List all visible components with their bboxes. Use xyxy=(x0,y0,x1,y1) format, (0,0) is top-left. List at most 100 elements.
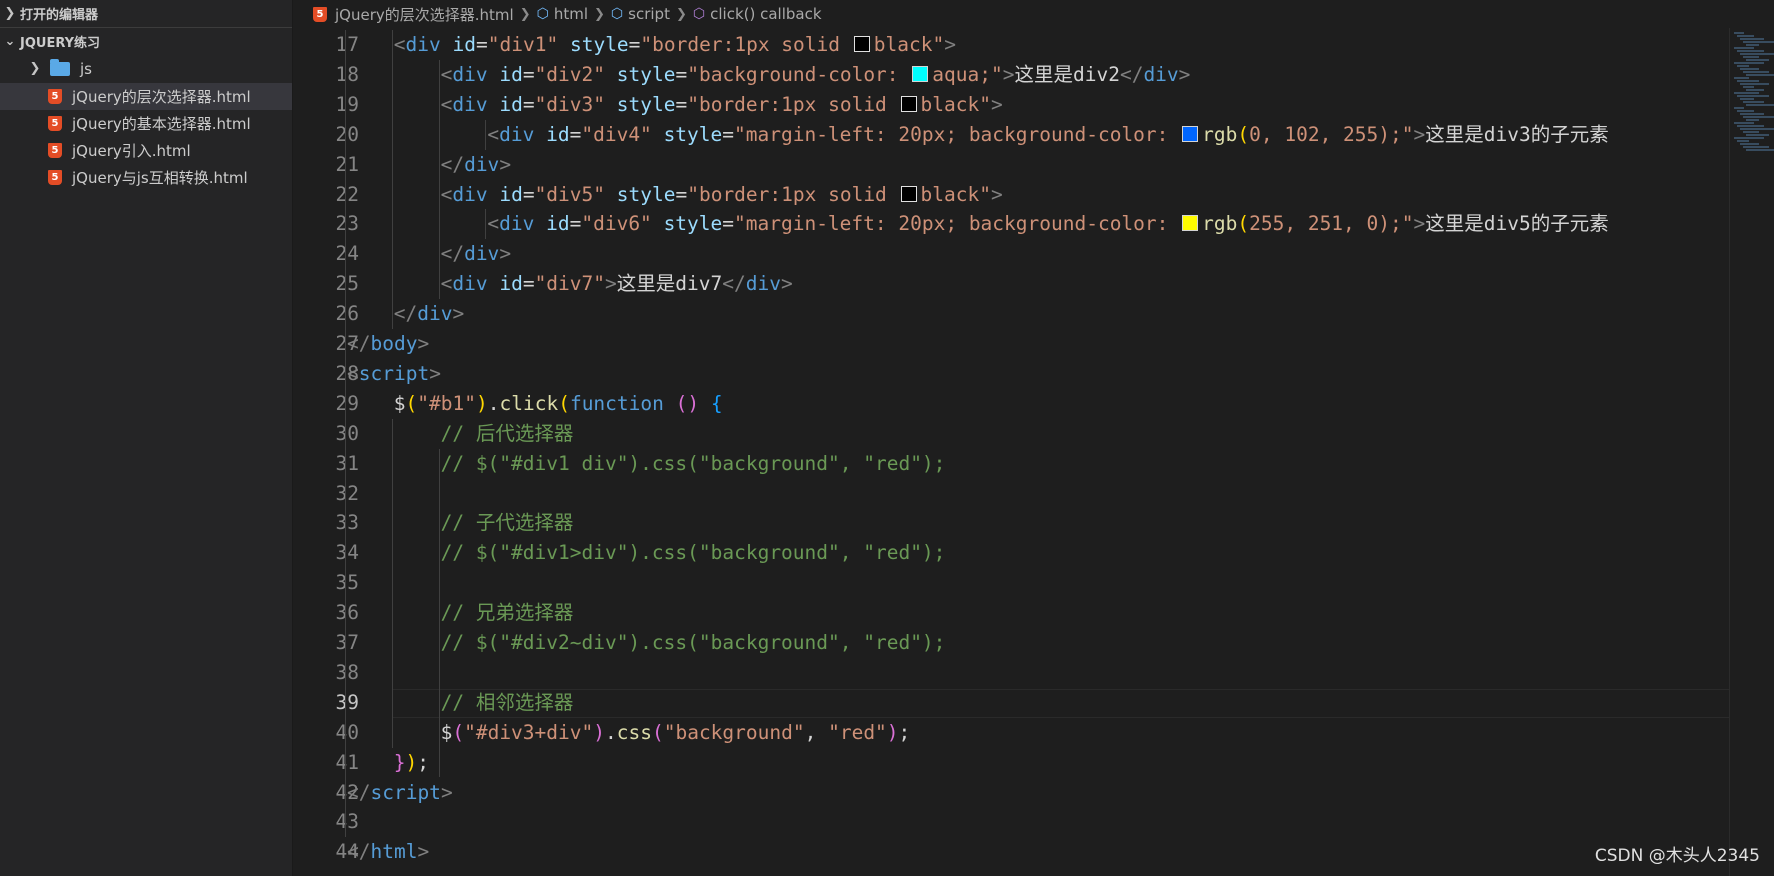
code-line[interactable]: 31 // $("#div1 div").css("background", "r… xyxy=(293,449,1729,479)
tree-file-1[interactable]: 5 jQuery的基本选择器.html xyxy=(0,110,292,137)
minimap-line xyxy=(1734,47,1754,49)
code-line[interactable]: 35 xyxy=(293,568,1729,598)
minimap-line xyxy=(1743,146,1769,148)
line-number: 38 xyxy=(335,660,359,684)
tag-icon: ⬡ xyxy=(610,6,624,22)
code-line[interactable]: 34 // $("#div1>div").css("background", "r… xyxy=(293,538,1729,568)
html5-icon: 5 xyxy=(48,143,62,158)
code-line[interactable]: 36 // 兄弟选择器 xyxy=(293,598,1729,628)
code-line[interactable]: 22 <div id="div5" style="border:1px solid… xyxy=(293,180,1729,210)
open-editors-section[interactable]: ❯ 打开的编辑器 xyxy=(0,0,292,26)
code-line[interactable]: 43 xyxy=(293,807,1729,837)
minimap-line xyxy=(1734,122,1754,124)
line-number: 22 xyxy=(335,182,359,206)
breadcrumb-item[interactable]: click() callback xyxy=(710,5,821,23)
workspace-label: JQUERY练习 xyxy=(20,35,101,51)
color-swatch[interactable] xyxy=(900,185,917,202)
line-number: 36 xyxy=(335,601,359,625)
line-number: 32 xyxy=(335,481,359,505)
minimap-line xyxy=(1740,98,1754,100)
code-line[interactable]: 27 </body> xyxy=(293,329,1729,359)
code-line[interactable]: 25 <div id="div7">这里是div7</div> xyxy=(293,269,1729,299)
breadcrumb-item[interactable]: script xyxy=(628,5,670,23)
html5-icon: 5 xyxy=(48,170,62,185)
tag-icon: ⬡ xyxy=(536,6,549,22)
tree-file-3[interactable]: 5 jQuery与js互相转换.html xyxy=(0,164,292,191)
color-swatch[interactable] xyxy=(1182,125,1199,142)
minimap-line xyxy=(1746,59,1769,61)
code-line[interactable]: 37 // $("#div2~div").css("background", "r… xyxy=(293,628,1729,658)
chevron-down-icon: ⌄ xyxy=(4,33,16,49)
code-line[interactable]: 41}); xyxy=(293,748,1729,778)
code-text: <div id="div6" style="margin-left: 20px;… xyxy=(487,212,1609,236)
minimap-line xyxy=(1734,32,1744,34)
color-swatch[interactable] xyxy=(1182,215,1199,232)
code-text: </div> xyxy=(440,242,512,266)
code-line[interactable]: 26 </div> xyxy=(293,299,1729,329)
chevron-right-icon: ❯ xyxy=(29,61,41,76)
minimap-line xyxy=(1740,113,1764,115)
code-line[interactable]: 40 $("#div3+div").css("background", "red"… xyxy=(293,718,1729,748)
code-line[interactable]: 24 </div> xyxy=(293,239,1729,269)
minimap-line xyxy=(1743,56,1759,58)
minimap-line xyxy=(1740,53,1774,55)
code-line[interactable]: 44 </html> xyxy=(293,837,1729,867)
code-line[interactable]: 20 <div id="div4" style="margin-left: 20p… xyxy=(293,120,1729,150)
line-number: 39 xyxy=(335,690,359,714)
code-line[interactable]: 21 </div> xyxy=(293,150,1729,180)
minimap-line xyxy=(1737,35,1754,37)
chevron-right-icon: ❯ xyxy=(4,5,16,21)
code-line[interactable]: 28 <script> xyxy=(293,359,1729,389)
code-line[interactable]: 32 xyxy=(293,479,1729,509)
minimap[interactable] xyxy=(1729,28,1774,876)
tree-file-2[interactable]: 5 jQuery引入.html xyxy=(0,137,292,164)
chevron-right-icon: ❯ xyxy=(675,6,687,22)
tree-folder-js[interactable]: ❯ js xyxy=(0,55,292,82)
code-line[interactable]: 23 <div id="div6" style="margin-left: 20p… xyxy=(293,209,1729,239)
minimap-line xyxy=(1737,80,1759,82)
color-swatch[interactable] xyxy=(853,36,870,52)
minimap-line xyxy=(1743,41,1774,43)
color-swatch[interactable] xyxy=(900,95,917,112)
code-line[interactable]: 38 xyxy=(293,658,1729,688)
minimap-line xyxy=(1737,50,1764,52)
minimap-line xyxy=(1737,125,1764,127)
code-line[interactable]: 30 // 后代选择器 xyxy=(293,419,1729,449)
code-editor[interactable]: 17 <div id="div1" style="border:1px solid… xyxy=(293,30,1729,876)
code-line[interactable]: 19 <div id="div3" style="border:1px solid… xyxy=(293,90,1729,120)
line-number: 40 xyxy=(335,720,359,744)
line-number: 18 xyxy=(335,62,359,86)
code-line[interactable]: 33 // 子代选择器 xyxy=(293,508,1729,538)
folder-label: js xyxy=(80,59,92,78)
watermark: CSDN @木头人2345 xyxy=(1594,846,1760,866)
line-number: 19 xyxy=(335,92,359,116)
current-line-highlight xyxy=(393,688,1729,718)
minimap-line xyxy=(1740,143,1759,145)
breadcrumb-file[interactable]: jQuery的层次选择器.html xyxy=(335,4,514,25)
code-text: <div id="div5" style="border:1px solid b… xyxy=(440,182,1003,206)
minimap-line xyxy=(1746,74,1774,76)
minimap-line xyxy=(1740,68,1759,70)
color-swatch[interactable] xyxy=(912,65,929,82)
minimap-line xyxy=(1734,137,1764,139)
minimap-line xyxy=(1746,134,1769,136)
code-line[interactable]: 42 </script> xyxy=(293,778,1729,808)
code-line[interactable]: 17 <div id="div1" style="border:1px solid… xyxy=(293,30,1729,60)
line-number: 17 xyxy=(335,33,359,56)
line-number: 21 xyxy=(335,152,359,176)
workspace-section[interactable]: ⌄ JQUERY练习 xyxy=(0,28,292,54)
chevron-right-icon: ❯ xyxy=(594,6,605,22)
folder-icon xyxy=(50,58,70,76)
minimap-line xyxy=(1746,119,1759,121)
code-text: </div> xyxy=(440,152,512,176)
code-text: </html> xyxy=(347,840,430,864)
code-line[interactable]: 18 <div id="div2" style="background-color… xyxy=(293,60,1729,90)
breadcrumb-item[interactable]: html xyxy=(554,5,588,23)
minimap-line xyxy=(1740,128,1774,130)
tree-file-0[interactable]: 5 jQuery的层次选择器.html xyxy=(0,83,292,110)
code-text: // 兄弟选择器 xyxy=(440,601,574,625)
code-text: </script> xyxy=(347,780,453,804)
code-line[interactable]: 39 // 相邻选择器 xyxy=(293,688,1729,718)
code-line[interactable]: 29 $("#b1").click(function () { xyxy=(293,389,1729,419)
line-number: 41 xyxy=(335,750,359,774)
